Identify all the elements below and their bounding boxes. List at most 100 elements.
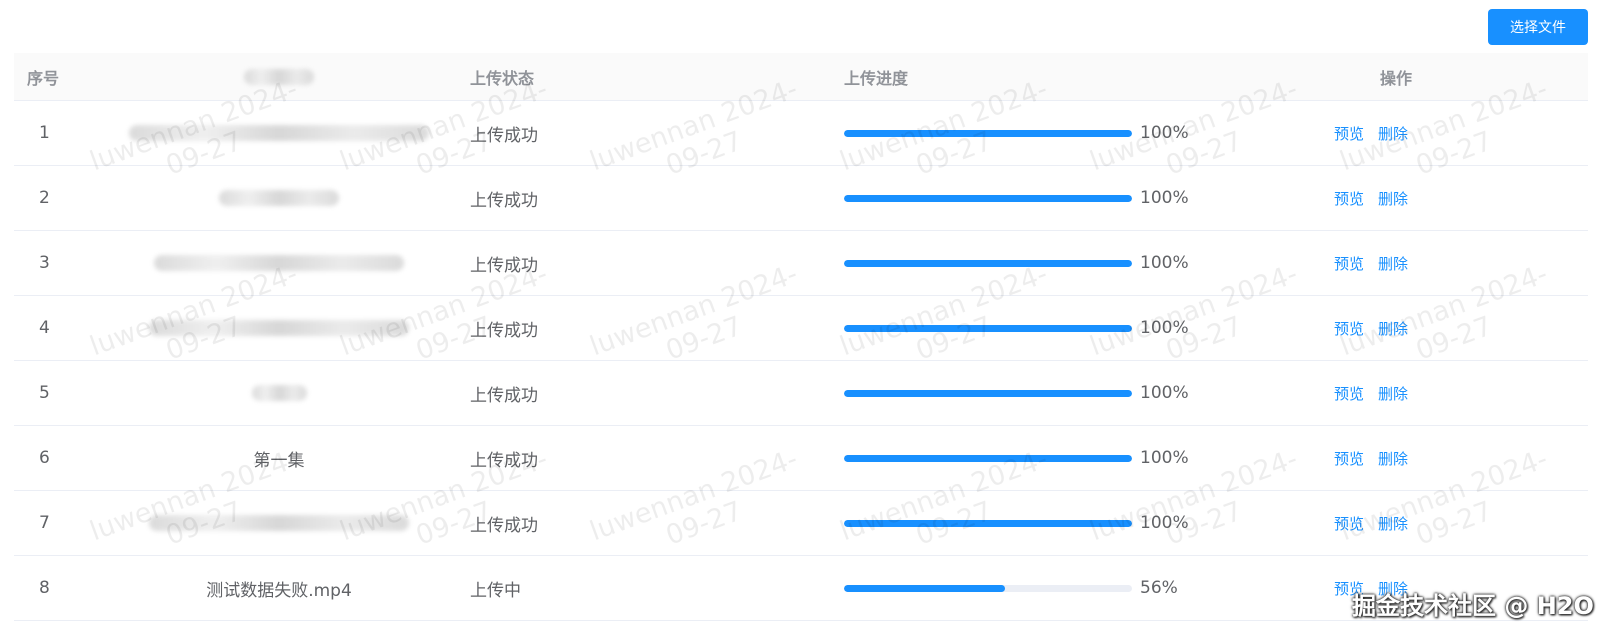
table-row: 7 上传成功 100% 预览 删除 bbox=[14, 491, 1588, 556]
file-name-redacted bbox=[129, 125, 429, 141]
select-file-button[interactable]: 选择文件 bbox=[1488, 9, 1588, 45]
progress-bar bbox=[844, 324, 1132, 332]
header-filename bbox=[104, 53, 454, 100]
header-status: 上传状态 bbox=[470, 68, 535, 88]
row-index: 6 bbox=[39, 448, 50, 468]
progress-bar bbox=[844, 519, 1132, 527]
progress-bar bbox=[844, 129, 1132, 137]
row-index: 4 bbox=[39, 318, 50, 338]
file-name-cell: 第一集 bbox=[104, 426, 454, 490]
row-actions: 预览 删除 bbox=[1334, 231, 1454, 295]
file-name-redacted bbox=[154, 255, 404, 271]
delete-link[interactable]: 删除 bbox=[1378, 188, 1408, 209]
table-body: 1 上传成功 100% 预览 删除 2 上传成功 100% 预览 删除 3 上传… bbox=[14, 101, 1588, 621]
progress-fill bbox=[844, 389, 1132, 397]
file-name-redacted bbox=[149, 515, 409, 531]
progress-bar bbox=[844, 194, 1132, 202]
upload-status: 上传成功 bbox=[470, 450, 538, 471]
row-actions: 预览 删除 bbox=[1334, 361, 1454, 425]
progress-label: 100% bbox=[1140, 383, 1189, 403]
progress-label: 100% bbox=[1140, 188, 1189, 208]
file-name-cell bbox=[104, 231, 454, 295]
row-actions: 预览 删除 bbox=[1334, 426, 1454, 490]
upload-status: 上传中 bbox=[470, 580, 521, 601]
file-name-cell bbox=[104, 361, 454, 425]
upload-status: 上传成功 bbox=[470, 320, 538, 341]
progress-fill bbox=[844, 324, 1132, 332]
progress-fill bbox=[844, 454, 1132, 462]
progress-label: 100% bbox=[1140, 253, 1189, 273]
preview-link[interactable]: 预览 bbox=[1334, 318, 1364, 339]
progress-bar bbox=[844, 584, 1132, 592]
file-name-redacted bbox=[219, 190, 339, 206]
table-row: 6 第一集 上传成功 100% 预览 删除 bbox=[14, 426, 1588, 491]
table-header: 序号 上传状态 上传进度 操作 bbox=[14, 53, 1588, 101]
progress-label: 100% bbox=[1140, 513, 1189, 533]
row-actions: 预览 删除 bbox=[1334, 296, 1454, 360]
file-name-cell bbox=[104, 166, 454, 230]
preview-link[interactable]: 预览 bbox=[1334, 253, 1364, 274]
credit-watermark: 掘金技术社区 @ H2O bbox=[1352, 592, 1594, 620]
row-actions: 预览 删除 bbox=[1334, 166, 1454, 230]
preview-link[interactable]: 预览 bbox=[1334, 123, 1364, 144]
upload-status: 上传成功 bbox=[470, 125, 538, 146]
file-name-redacted bbox=[149, 320, 409, 336]
row-actions: 预览 删除 bbox=[1334, 491, 1454, 555]
row-index: 8 bbox=[39, 578, 50, 598]
delete-link[interactable]: 删除 bbox=[1378, 383, 1408, 404]
file-name-cell bbox=[104, 296, 454, 360]
progress-bar bbox=[844, 454, 1132, 462]
table-row: 1 上传成功 100% 预览 删除 bbox=[14, 101, 1588, 166]
upload-status: 上传成功 bbox=[470, 255, 538, 276]
row-actions: 预览 删除 bbox=[1334, 101, 1454, 165]
progress-label: 100% bbox=[1140, 123, 1189, 143]
row-index: 1 bbox=[39, 123, 50, 143]
progress-fill bbox=[844, 519, 1132, 527]
delete-link[interactable]: 删除 bbox=[1378, 123, 1408, 144]
header-progress: 上传进度 bbox=[844, 68, 909, 88]
preview-link[interactable]: 预览 bbox=[1334, 383, 1364, 404]
row-index: 2 bbox=[39, 188, 50, 208]
upload-status: 上传成功 bbox=[470, 515, 538, 536]
delete-link[interactable]: 删除 bbox=[1378, 318, 1408, 339]
upload-progress: 100% bbox=[844, 231, 1224, 295]
delete-link[interactable]: 删除 bbox=[1378, 513, 1408, 534]
header-index: 序号 bbox=[27, 68, 60, 88]
upload-progress: 100% bbox=[844, 296, 1224, 360]
table-row: 2 上传成功 100% 预览 删除 bbox=[14, 166, 1588, 231]
progress-bar bbox=[844, 259, 1132, 267]
preview-link[interactable]: 预览 bbox=[1334, 188, 1364, 209]
upload-progress: 100% bbox=[844, 426, 1224, 490]
upload-progress: 100% bbox=[844, 101, 1224, 165]
table-row: 5 上传成功 100% 预览 删除 bbox=[14, 361, 1588, 426]
file-name-cell: 测试数据失败.mp4 bbox=[104, 556, 454, 620]
progress-fill bbox=[844, 129, 1132, 137]
progress-label: 100% bbox=[1140, 318, 1189, 338]
progress-fill bbox=[844, 584, 1006, 592]
table-row: 3 上传成功 100% 预览 删除 bbox=[14, 231, 1588, 296]
delete-link[interactable]: 删除 bbox=[1378, 253, 1408, 274]
progress-fill bbox=[844, 259, 1132, 267]
row-index: 5 bbox=[39, 383, 50, 403]
upload-status: 上传成功 bbox=[470, 385, 538, 406]
file-name: 第一集 bbox=[253, 450, 305, 471]
progress-label: 100% bbox=[1140, 448, 1189, 468]
progress-bar bbox=[844, 389, 1132, 397]
progress-fill bbox=[844, 194, 1132, 202]
file-name-cell bbox=[104, 491, 454, 555]
upload-progress: 100% bbox=[844, 166, 1224, 230]
delete-link[interactable]: 删除 bbox=[1378, 448, 1408, 469]
preview-link[interactable]: 预览 bbox=[1334, 513, 1364, 534]
upload-progress: 100% bbox=[844, 491, 1224, 555]
file-name: 测试数据失败.mp4 bbox=[206, 580, 352, 601]
table-row: 4 上传成功 100% 预览 删除 bbox=[14, 296, 1588, 361]
header-actions: 操作 bbox=[1380, 68, 1413, 88]
progress-label: 56% bbox=[1140, 578, 1178, 598]
upload-progress: 100% bbox=[844, 361, 1224, 425]
upload-status: 上传成功 bbox=[470, 190, 538, 211]
row-index: 3 bbox=[39, 253, 50, 273]
file-name-redacted bbox=[251, 385, 307, 401]
upload-table: 序号 上传状态 上传进度 操作 1 上传成功 100% 预览 删除 2 上传成功… bbox=[14, 53, 1588, 621]
row-index: 7 bbox=[39, 513, 50, 533]
preview-link[interactable]: 预览 bbox=[1334, 448, 1364, 469]
